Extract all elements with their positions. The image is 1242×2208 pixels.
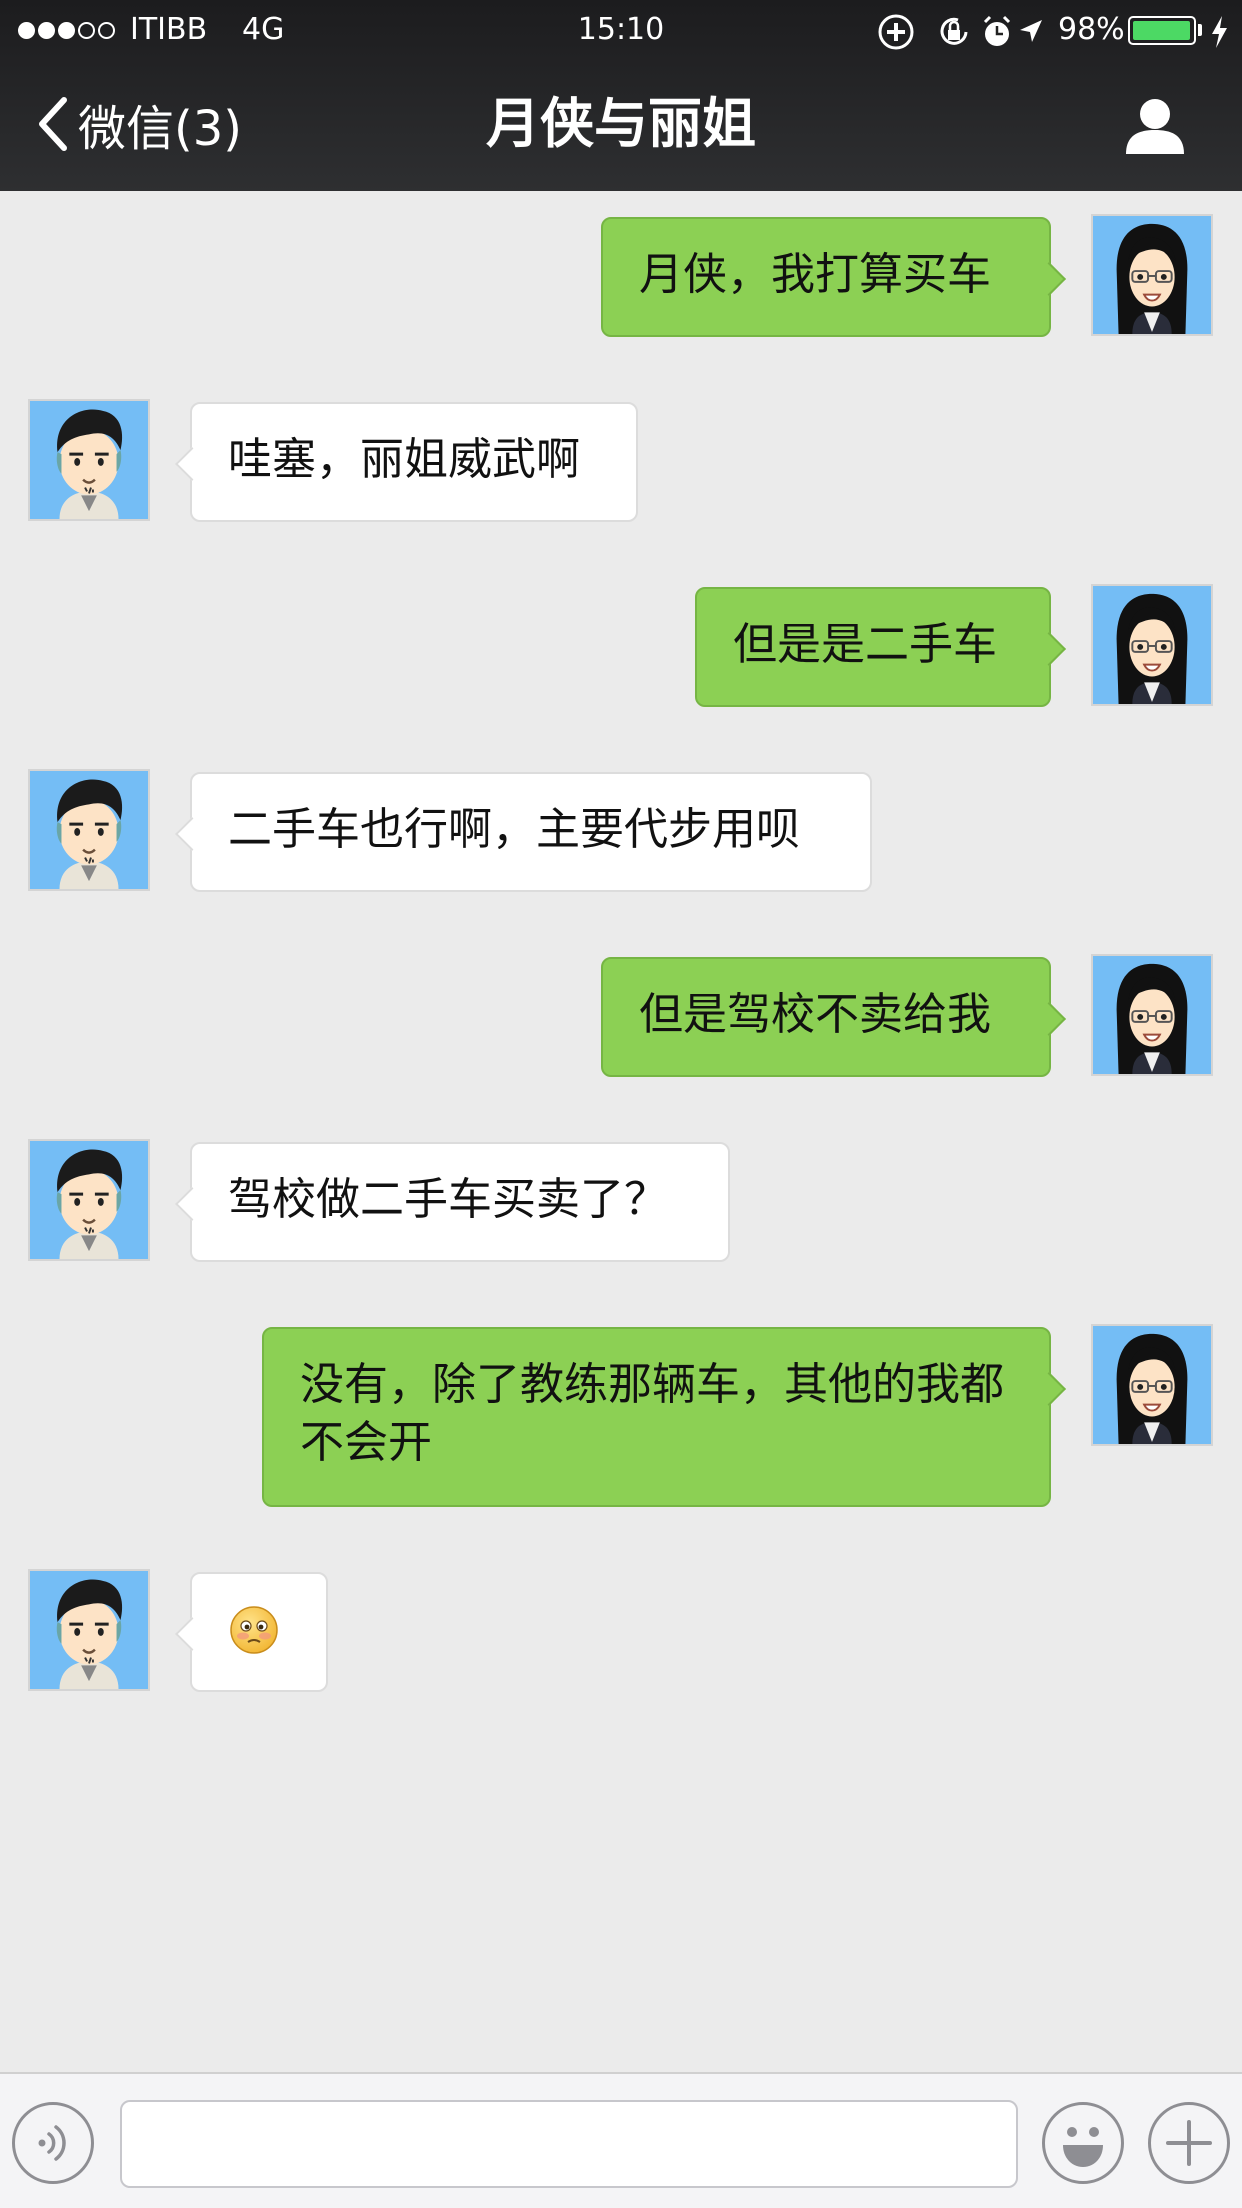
message-text: 但是是二手车 (733, 619, 997, 670)
input-bar (0, 2072, 1242, 2208)
location-arrow-icon (1020, 20, 1042, 42)
avatar-yuexia[interactable] (28, 399, 150, 521)
message-bubble-incoming[interactable]: 驾校做二手车买卖了？ (175, 1142, 730, 1262)
voice-input-button[interactable] (12, 2102, 94, 2184)
rotation-lock-icon (940, 17, 968, 45)
smiley-icon (1063, 2127, 1103, 2167)
avatar-yuexia[interactable] (28, 769, 150, 891)
avatar-yuexia[interactable] (28, 1139, 150, 1261)
embarrassed-face-emoji-icon (230, 1606, 278, 1654)
chat-title: 月侠与丽姐 (486, 92, 756, 155)
charging-bolt-icon (1212, 16, 1227, 48)
top-bar: ITIBB 4G 15:10 98% 微信(3) 月侠与丽姐 (0, 0, 1242, 191)
chat-info-person-icon[interactable] (1120, 96, 1190, 156)
message-text: 驾校做二手车买卖了？ (228, 1174, 668, 1225)
status-bar: ITIBB 4G 15:10 98% (0, 0, 1242, 60)
emoji-button[interactable] (1042, 2102, 1124, 2184)
navigation-bar: 微信(3) 月侠与丽姐 (0, 60, 1242, 191)
more-options-button[interactable] (1148, 2102, 1230, 2184)
message-bubble-incoming[interactable] (175, 1572, 328, 1692)
battery-percent: 98% (1058, 12, 1125, 47)
avatar-lijie[interactable] (1091, 1324, 1213, 1446)
message-bubble-incoming[interactable]: 哇塞，丽姐威武啊 (175, 402, 638, 522)
message-text: 二手车也行啊，主要代步用呗 (228, 804, 800, 855)
battery-icon (1128, 16, 1196, 45)
message-bubble-outgoing[interactable]: 月侠，我打算买车 (601, 217, 1066, 337)
voice-wave-icon (38, 2125, 66, 2161)
message-text: 月侠，我打算买车 (639, 249, 991, 300)
message-bubble-outgoing[interactable]: 但是驾校不卖给我 (601, 957, 1066, 1077)
alarm-icon (983, 15, 1011, 46)
vpn-plus-icon (878, 14, 914, 50)
message-text: 没有，除了教练那辆车，其他的我都不会开 (300, 1359, 1004, 1468)
message-bubble-outgoing[interactable]: 没有，除了教练那辆车，其他的我都不会开 (262, 1327, 1066, 1507)
avatar-lijie[interactable] (1091, 214, 1213, 336)
status-time: 15:10 (577, 12, 665, 47)
plus-icon (1166, 2120, 1212, 2166)
message-input[interactable] (120, 2100, 1018, 2188)
message-bubble-outgoing[interactable]: 但是是二手车 (695, 587, 1066, 707)
avatar-lijie[interactable] (1091, 584, 1213, 706)
message-text: 哇塞，丽姐威武啊 (228, 434, 580, 485)
message-bubble-incoming[interactable]: 二手车也行啊，主要代步用呗 (175, 772, 872, 892)
avatar-yuexia[interactable] (28, 1569, 150, 1691)
avatar-lijie[interactable] (1091, 954, 1213, 1076)
message-text: 但是驾校不卖给我 (639, 989, 991, 1040)
